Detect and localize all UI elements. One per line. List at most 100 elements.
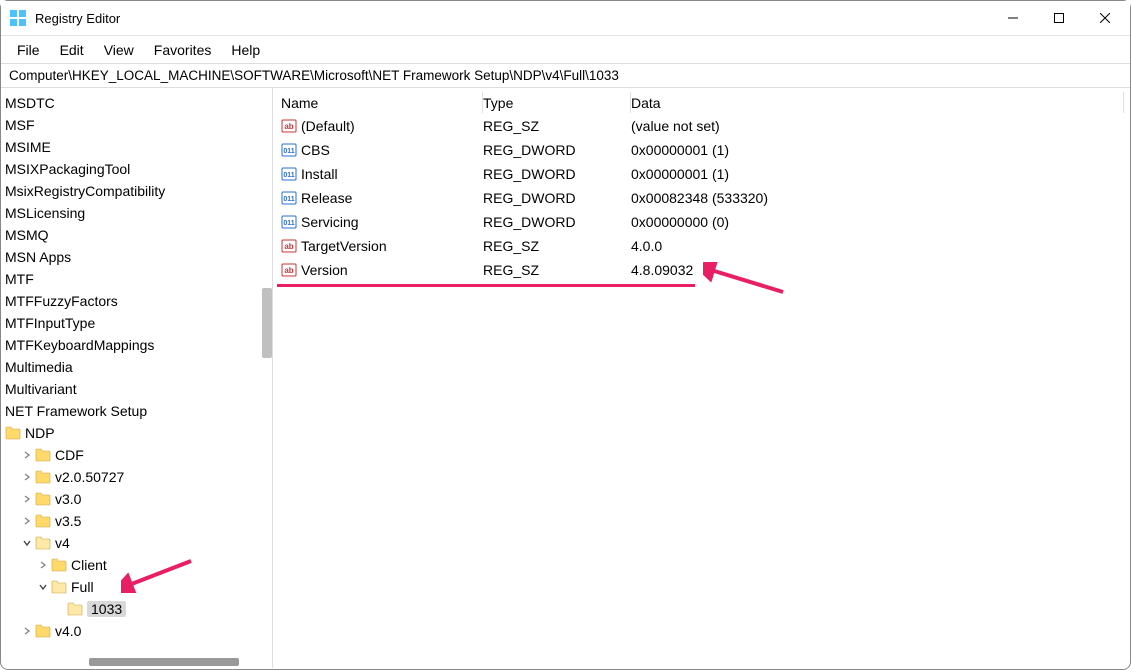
col-header-name[interactable]: Name xyxy=(279,92,483,113)
value-data: 0x00000001 (1) xyxy=(631,166,1124,182)
tree-item[interactable]: MSIME xyxy=(1,136,272,158)
tree-item[interactable]: v4.0 xyxy=(1,620,272,642)
minimize-button[interactable] xyxy=(990,2,1036,34)
folder-icon xyxy=(35,470,51,484)
tree-label: MsixRegistryCompatibility xyxy=(5,183,165,199)
tree-item[interactable]: v3.0 xyxy=(1,488,272,510)
value-name: Install xyxy=(301,166,338,182)
scrollbar-vertical[interactable] xyxy=(262,288,272,358)
tree-item[interactable]: MTFKeyboardMappings xyxy=(1,334,272,356)
tree-item[interactable]: v2.0.50727 xyxy=(1,466,272,488)
folder-icon xyxy=(51,558,67,572)
value-row[interactable]: 011CBSREG_DWORD0x00000001 (1) xyxy=(279,138,1124,162)
tree-label: CDF xyxy=(55,447,84,463)
titlebar: Registry Editor xyxy=(1,1,1130,35)
tree-label: NDP xyxy=(25,425,55,441)
tree-item[interactable]: Multivariant xyxy=(1,378,272,400)
value-data: (value not set) xyxy=(631,118,1124,134)
svg-text:ab: ab xyxy=(284,266,293,275)
tree-label: MSLicensing xyxy=(5,205,85,221)
tree-item[interactable]: MTF xyxy=(1,268,272,290)
value-type: REG_DWORD xyxy=(483,190,631,206)
svg-text:011: 011 xyxy=(283,172,294,179)
value-row[interactable]: 011 Install REG_DWORD0x00000001 (1) xyxy=(279,162,1124,186)
dword-value-icon: 011 xyxy=(281,190,297,206)
tree-item[interactable]: v4 xyxy=(1,532,272,554)
tree-label: Client xyxy=(71,557,107,573)
tree-label: v3.5 xyxy=(55,513,81,529)
menu-file[interactable]: File xyxy=(7,39,50,61)
string-value-icon: ab xyxy=(281,262,297,278)
tree-item[interactable]: MSMQ xyxy=(1,224,272,246)
chevron-right-icon[interactable] xyxy=(21,515,33,527)
svg-text:011: 011 xyxy=(283,220,294,227)
tree-item[interactable]: CDF xyxy=(1,444,272,466)
string-value-icon: ab xyxy=(281,118,297,134)
maximize-button[interactable] xyxy=(1036,2,1082,34)
value-row[interactable]: 011ServicingREG_DWORD0x00000000 (0) xyxy=(279,210,1124,234)
value-row[interactable]: abVersionREG_SZ4.8.09032 xyxy=(279,258,1124,282)
annotation-underline xyxy=(277,284,695,287)
menu-view[interactable]: View xyxy=(94,39,144,61)
folder-icon xyxy=(51,580,67,594)
folder-icon xyxy=(5,426,21,440)
chevron-right-icon[interactable] xyxy=(37,559,49,571)
menu-edit[interactable]: Edit xyxy=(50,39,94,61)
value-type: REG_DWORD xyxy=(483,142,631,158)
tree-item[interactable]: MSN Apps xyxy=(1,246,272,268)
tree-item[interactable]: 1033 xyxy=(1,598,272,620)
value-type: REG_SZ xyxy=(483,262,631,278)
tree-item[interactable]: v3.5 xyxy=(1,510,272,532)
value-name: Version xyxy=(301,262,348,278)
chevron-right-icon[interactable] xyxy=(21,449,33,461)
folder-icon xyxy=(35,492,51,506)
tree-item[interactable]: NET Framework Setup xyxy=(1,400,272,422)
tree-label: MTFInputType xyxy=(5,315,95,331)
tree-label: MSIME xyxy=(5,139,51,155)
tree-label: MTFFuzzyFactors xyxy=(5,293,118,309)
svg-text:011: 011 xyxy=(283,196,294,203)
value-name: Servicing xyxy=(301,214,359,230)
value-row[interactable]: 011ReleaseREG_DWORD0x00082348 (533320) xyxy=(279,186,1124,210)
app-icon xyxy=(9,9,27,27)
tree-label: Multivariant xyxy=(5,381,77,397)
tree-item[interactable]: NDP xyxy=(1,422,272,444)
chevron-right-icon[interactable] xyxy=(21,493,33,505)
chevron-right-icon[interactable] xyxy=(21,471,33,483)
chevron-down-icon[interactable] xyxy=(37,581,49,593)
col-header-type[interactable]: Type xyxy=(483,92,631,113)
menu-favorites[interactable]: Favorites xyxy=(144,39,222,61)
value-row[interactable]: abTargetVersionREG_SZ4.0.0 xyxy=(279,234,1124,258)
value-type: REG_DWORD xyxy=(483,166,631,182)
chevron-right-icon[interactable] xyxy=(21,625,33,637)
tree-item[interactable]: MTFFuzzyFactors xyxy=(1,290,272,312)
close-button[interactable] xyxy=(1082,2,1128,34)
dword-value-icon: 011 xyxy=(281,166,297,182)
tree-item[interactable]: MSDTC xyxy=(1,92,272,114)
tree-item[interactable]: MsixRegistryCompatibility xyxy=(1,180,272,202)
tree-label: Multimedia xyxy=(5,359,73,375)
value-row[interactable]: ab(Default)REG_SZ(value not set) xyxy=(279,114,1124,138)
value-name: Release xyxy=(301,190,352,206)
tree-item[interactable]: MSIXPackagingTool xyxy=(1,158,272,180)
tree-item[interactable]: MSF xyxy=(1,114,272,136)
string-value-icon: ab xyxy=(281,238,297,254)
tree-label: MSIXPackagingTool xyxy=(5,161,130,177)
dword-value-icon: 011 xyxy=(281,214,297,230)
annotation-arrow-values xyxy=(703,262,793,302)
value-data: 0x00000000 (0) xyxy=(631,214,1124,230)
address-bar[interactable]: Computer\HKEY_LOCAL_MACHINE\SOFTWARE\Mic… xyxy=(1,63,1130,88)
tree-item[interactable]: Multimedia xyxy=(1,356,272,378)
chevron-down-icon[interactable] xyxy=(21,537,33,549)
scrollbar-horizontal[interactable] xyxy=(89,658,239,666)
tree-item[interactable]: MTFInputType xyxy=(1,312,272,334)
menubar: File Edit View Favorites Help xyxy=(1,35,1130,63)
tree-label: MTF xyxy=(5,271,34,287)
svg-text:ab: ab xyxy=(284,122,293,131)
tree-item[interactable]: MSLicensing xyxy=(1,202,272,224)
col-header-data[interactable]: Data xyxy=(631,92,1124,113)
tree-label: Full xyxy=(71,579,94,595)
menu-help[interactable]: Help xyxy=(221,39,270,61)
tree-label: MSDTC xyxy=(5,95,55,111)
value-type: REG_SZ xyxy=(483,238,631,254)
